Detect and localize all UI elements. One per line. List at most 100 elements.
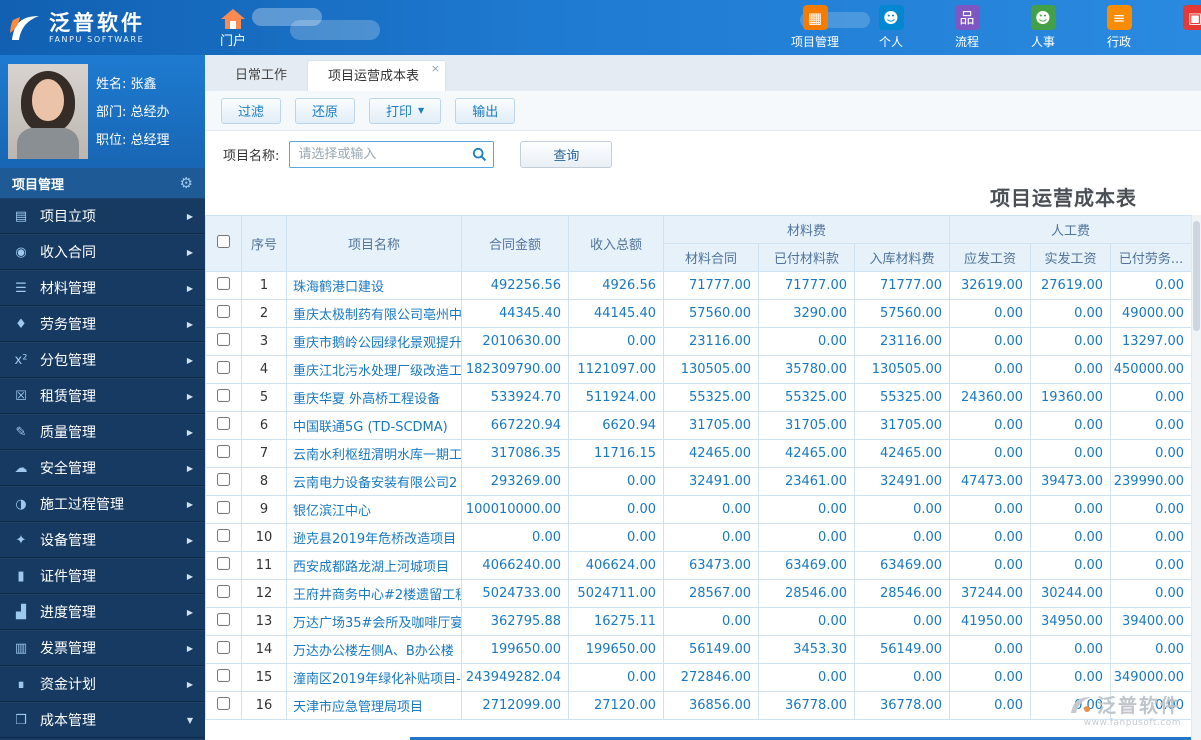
- table-row[interactable]: 5 重庆华夏 外高桥工程设备 533924.70 511924.00 55325.00 5…: [205, 383, 1193, 412]
- filter-button-label: 过滤: [238, 105, 265, 120]
- table-row[interactable]: 10 逊克县2019年危桥改造项目 0.00 0.00 0.00 0.00 0.00 0.00…: [205, 523, 1193, 552]
- table-row[interactable]: 15 潼南区2019年绿化补贴项目- 243949282.04 0.00 272846.…: [205, 663, 1193, 692]
- cell-value: 6620.94: [568, 411, 664, 440]
- row-checkbox[interactable]: [217, 501, 230, 514]
- project-name-link[interactable]: 万达广场35#会所及咖啡厅宴: [286, 607, 462, 636]
- project-name-link[interactable]: 云南水利枢纽渭明水库一期工: [286, 439, 462, 468]
- table-row[interactable]: 11 西安成都路龙湖上河城项目 4066240.00 406624.00 63473.0…: [205, 551, 1193, 580]
- row-checkbox[interactable]: [217, 613, 230, 626]
- scrollbar-thumb[interactable]: [1193, 221, 1200, 331]
- row-checkbox[interactable]: [217, 585, 230, 598]
- cell-value: 0.00: [1030, 327, 1112, 356]
- project-name-input[interactable]: [289, 140, 495, 168]
- project-name-link[interactable]: 银亿滨江中心: [286, 495, 462, 524]
- sidebar-item-label: 设备管理: [40, 533, 96, 549]
- row-checkbox[interactable]: [217, 473, 230, 486]
- row-checkbox[interactable]: [217, 445, 230, 458]
- project-name-link[interactable]: 重庆江北污水处理厂级改造工: [286, 355, 462, 384]
- tab-project-operation-cost[interactable]: 项目运营成本表 ×: [307, 60, 447, 91]
- sidebar-item-safety-management[interactable]: ☁ 安全管理 ▶: [0, 450, 205, 486]
- table-row[interactable]: 4 重庆江北污水处理厂级改造工 182309790.00 1121097.00 1305…: [205, 355, 1193, 384]
- project-name-link[interactable]: 王府井商务中心#2楼遗留工程: [286, 579, 462, 608]
- nav-item-clipped[interactable]: ▣: [1169, 5, 1201, 50]
- sidebar-item-subcontract-management[interactable]: x² 分包管理 ▶: [0, 342, 205, 378]
- chevron-down-icon: ▼: [418, 106, 425, 115]
- restore-button[interactable]: 还原: [295, 97, 356, 124]
- sidebar-item-certificate-management[interactable]: ▮ 证件管理 ▶: [0, 558, 205, 594]
- people-icon: ☻: [1030, 5, 1056, 30]
- project-name-link[interactable]: 万达办公楼左侧A、B办公楼: [286, 635, 462, 664]
- row-checkbox[interactable]: [217, 557, 230, 570]
- table-row[interactable]: 3 重庆市鹅岭公园绿化景观提升 2010630.00 0.00 23116.00 0.00…: [205, 327, 1193, 356]
- sidebar-item-construction-process[interactable]: ◑ 施工过程管理 ▶: [0, 486, 205, 522]
- nav-item-project-management[interactable]: ▦ 项目管理: [789, 5, 841, 50]
- row-checkbox[interactable]: [217, 669, 230, 682]
- nav-item-workflow[interactable]: 品流程: [941, 5, 993, 50]
- output-button[interactable]: 输出: [455, 97, 516, 124]
- sidebar-item-labor-management[interactable]: ♦ 劳务管理 ▶: [0, 306, 205, 342]
- close-icon[interactable]: ×: [431, 62, 440, 76]
- project-name-link[interactable]: 重庆华夏 外高桥工程设备: [286, 383, 462, 412]
- table-row[interactable]: 12 王府井商务中心#2楼遗留工程 5024733.00 5024711.00 2856…: [205, 579, 1193, 608]
- sidebar-item-income-contract[interactable]: ◉ 收入合同 ▶: [0, 234, 205, 270]
- cell-value: 16275.11: [568, 607, 664, 636]
- sidebar-item-progress-management[interactable]: ▟ 进度管理 ▶: [0, 594, 205, 630]
- gear-icon[interactable]: ⚙: [180, 174, 193, 192]
- project-name-link[interactable]: 珠海鹤港口建设: [286, 271, 462, 300]
- table-row[interactable]: 16 天津市应急管理局项目 2712099.00 27120.00 36856.00 36…: [205, 691, 1193, 720]
- row-checkbox[interactable]: [217, 417, 230, 430]
- nav-item-hr[interactable]: ☻ 人事: [1017, 5, 1069, 50]
- filter-button[interactable]: 过滤: [221, 97, 282, 124]
- cell-value: 63473.00: [663, 551, 759, 580]
- nav-item-admin[interactable]: ≡ 行政: [1093, 5, 1145, 50]
- row-checkbox[interactable]: [217, 641, 230, 654]
- cell-value: 450000.00: [1110, 355, 1193, 384]
- sidebar-item-equipment-management[interactable]: ✦ 设备管理 ▶: [0, 522, 205, 558]
- cell-value: 28546.00: [853, 579, 951, 608]
- nav-item-portal[interactable]: 门户: [219, 7, 247, 49]
- cell-value: 0.00: [1030, 551, 1112, 580]
- project-name-link[interactable]: 潼南区2019年绿化补贴项目-: [286, 663, 462, 692]
- nav-item-personal[interactable]: ☻ 个人: [865, 5, 917, 50]
- table-row[interactable]: 2 重庆太极制药有限公司亳州中 44345.40 44145.40 57560.00 32…: [205, 299, 1193, 328]
- project-name-link[interactable]: 重庆太极制药有限公司亳州中: [286, 299, 462, 328]
- print-button[interactable]: 打印 ▼: [369, 97, 442, 124]
- table-row[interactable]: 14 万达办公楼左侧A、B办公楼 199650.00 199650.00 56149.0…: [205, 635, 1193, 664]
- table-row[interactable]: 6 中国联通5G (TD-SCDMA) 667220.94 6620.94 31705.…: [205, 411, 1193, 440]
- select-all-checkbox[interactable]: [217, 235, 230, 248]
- table-row[interactable]: 9 银亿滨江中心 100010000.00 0.00 0.00 0.00 0.00 0.00 0…: [205, 495, 1193, 524]
- table-row[interactable]: 7 云南水利枢纽渭明水库一期工 317086.35 11716.15 42465.00 4…: [205, 439, 1193, 468]
- row-checkbox[interactable]: [217, 697, 230, 710]
- project-name-link[interactable]: 逊克县2019年危桥改造项目: [286, 523, 462, 552]
- vertical-scrollbar[interactable]: [1191, 215, 1201, 740]
- row-checkbox[interactable]: [217, 529, 230, 542]
- row-checkbox[interactable]: [217, 305, 230, 318]
- table-row[interactable]: 1 珠海鹤港口建设 492256.56 4926.56 71777.00 71777.00…: [205, 271, 1193, 300]
- cell-value: 0.00: [1110, 411, 1193, 440]
- sidebar-item-lease-management[interactable]: ☒ 租赁管理 ▶: [0, 378, 205, 414]
- cell-value: 0.00: [461, 523, 569, 552]
- project-name-link[interactable]: 云南电力设备安装有限公司2: [286, 467, 462, 496]
- row-checkbox[interactable]: [217, 389, 230, 402]
- cell-value: 30244.00: [1030, 579, 1112, 608]
- table-row[interactable]: 13 万达广场35#会所及咖啡厅宴 362795.88 16275.11 0.00 0.0…: [205, 607, 1193, 636]
- cell-value: 130505.00: [663, 355, 759, 384]
- sidebar-item-invoice-management[interactable]: ▥ 发票管理 ▶: [0, 630, 205, 666]
- project-name-link[interactable]: 天津市应急管理局项目: [286, 691, 462, 720]
- cell-value: 23116.00: [853, 327, 951, 356]
- project-name-link[interactable]: 中国联通5G (TD-SCDMA): [286, 411, 462, 440]
- sidebar-item-cost-management[interactable]: ❒ 成本管理 ▼: [0, 702, 205, 738]
- row-checkbox[interactable]: [217, 277, 230, 290]
- table-row[interactable]: 8 云南电力设备安装有限公司2 293269.00 0.00 32491.00 23461…: [205, 467, 1193, 496]
- sidebar-item-fund-plan[interactable]: ∎ 资金计划 ▶: [0, 666, 205, 702]
- row-checkbox[interactable]: [217, 361, 230, 374]
- row-checkbox[interactable]: [217, 333, 230, 346]
- search-icon[interactable]: [472, 147, 487, 162]
- tab-daily-work[interactable]: 日常工作: [215, 60, 307, 91]
- project-name-link[interactable]: 重庆市鹅岭公园绿化景观提升: [286, 327, 462, 356]
- sidebar-item-material-management[interactable]: ☰ 材料管理 ▶: [0, 270, 205, 306]
- sidebar-item-quality-management[interactable]: ✎ 质量管理 ▶: [0, 414, 205, 450]
- project-name-link[interactable]: 西安成都路龙湖上河城项目: [286, 551, 462, 580]
- sidebar-item-project-initiation[interactable]: ▤ 项目立项 ▶: [0, 198, 205, 234]
- query-button[interactable]: 查询: [520, 140, 613, 168]
